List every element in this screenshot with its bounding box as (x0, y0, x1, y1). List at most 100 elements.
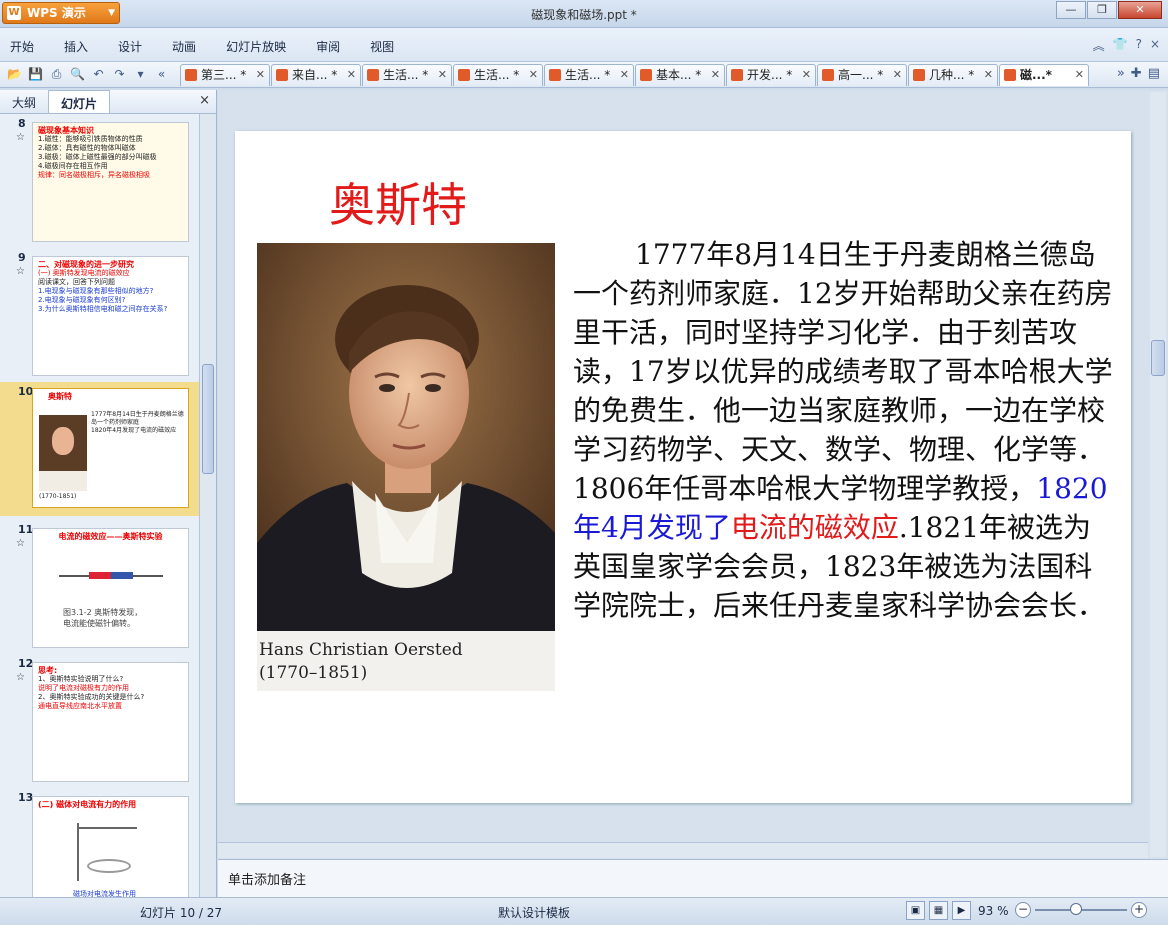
animation-star-icon: ☆ (16, 672, 25, 683)
slide-title[interactable]: 奥斯特 (329, 169, 467, 235)
tab-close-icon[interactable]: ✕ (893, 65, 902, 85)
menu-view[interactable]: 视图 (370, 38, 394, 55)
thumbnail-row[interactable]: 11 ☆ 电流的磁效应——奥斯特实验 图3.1-2 奥斯特发现， 电流能使磁针偏… (0, 520, 199, 650)
slide-counter: 幻灯片 10 / 27 (140, 906, 223, 920)
new-tab-icon[interactable]: ✚ (1131, 66, 1142, 81)
doc-tab-active[interactable]: 磁...* ✕ (999, 64, 1089, 86)
doc-tab[interactable]: 几种... * ✕ (908, 64, 998, 86)
zoom-in-button[interactable]: + (1131, 902, 1147, 918)
portrait-image (257, 243, 555, 691)
slide-thumbnail[interactable]: 磁现象基本知识 1.磁性：能够吸引铁质物体的性质 2.磁体：具有磁性的物体叫磁体… (32, 122, 189, 242)
ppt-file-icon (640, 69, 652, 81)
slide-thumbnail[interactable]: 二、对磁现象的进一步研究 (一) 奥斯特发现电流的磁效应 阅读课文，回答下列问题… (32, 256, 189, 376)
tab-close-icon[interactable]: ✕ (802, 65, 811, 85)
slide-thumbnail[interactable]: (二) 磁体对电流有力的作用 磁场对电流发生作用 (32, 796, 189, 897)
menu-insert[interactable]: 插入 (64, 38, 88, 55)
tab-close-icon[interactable]: ✕ (1075, 65, 1084, 85)
redo-icon[interactable]: ↷ (111, 66, 128, 83)
chevron-up-icon[interactable]: ︽ (1093, 37, 1105, 54)
editor-area: 奥斯特 Hans Christian Oersted (1770–1851) 1… (218, 90, 1168, 897)
menu-animation[interactable]: 动画 (172, 38, 196, 55)
slide-thumbnail[interactable]: 思考: 1、奥斯特实验说明了什么? 说明了电流对磁极有力的作用 2、奥斯特实验成… (32, 662, 189, 782)
thumbnail-row[interactable]: 9 ☆ 二、对磁现象的进一步研究 (一) 奥斯特发现电流的磁效应 阅读课文，回答… (0, 248, 199, 378)
menu-bar: 开始 插入 设计 动画 幻灯片放映 审阅 视图 ︽ 👕 ? × (0, 28, 1168, 62)
tab-scroll-left-icon[interactable]: « (153, 66, 170, 83)
current-slide[interactable]: 奥斯特 Hans Christian Oersted (1770–1851) 1… (235, 131, 1131, 803)
zoom-out-button[interactable]: − (1015, 902, 1031, 918)
doc-tab[interactable]: 开发... * ✕ (726, 64, 816, 86)
slide-sorter-icon[interactable]: ▦ (929, 901, 948, 920)
doc-tab[interactable]: 基本... * ✕ (635, 64, 725, 86)
editor-vertical-scrollbar[interactable] (1150, 92, 1166, 857)
save-icon[interactable]: 💾 (27, 66, 44, 83)
ppt-file-icon (1004, 69, 1016, 81)
doc-tab[interactable]: 生活... * ✕ (544, 64, 634, 86)
doc-tab[interactable]: 生活... * ✕ (453, 64, 543, 86)
skin-shirt-icon[interactable]: 👕 (1113, 37, 1128, 54)
panel-close-icon[interactable]: × (199, 93, 210, 108)
tab-close-icon[interactable]: ✕ (711, 65, 720, 85)
slide-thumbnail[interactable]: 电流的磁效应——奥斯特实验 图3.1-2 奥斯特发现， 电流能使磁针偏转。 (32, 528, 189, 648)
tab-close-icon[interactable]: ✕ (347, 65, 356, 85)
slide-number: 8 (18, 117, 26, 130)
thumb-line: 磁场对电流发生作用 (73, 890, 136, 897)
thumbnail-row-selected[interactable]: 10 奥斯特 1777年8月14日生于丹麦朗格兰德岛一个药剂师家庭 1820年4… (0, 382, 199, 516)
menu-close-icon[interactable]: × (1150, 37, 1160, 54)
thumb-title: 奥斯特 (48, 392, 72, 401)
slide-thumbnail[interactable]: 奥斯特 1777年8月14日生于丹麦朗格兰德岛一个药剂师家庭 1820年4月发现… (32, 388, 189, 508)
doc-tab[interactable]: 第三... * ✕ (180, 64, 270, 86)
ppt-file-icon (276, 69, 288, 81)
thumb-line: (1770-1851) (39, 493, 77, 500)
thumb-line: 通电直导线应南北水平放置 (38, 702, 122, 710)
print-preview-icon[interactable]: 🔍 (69, 66, 86, 83)
tab-close-icon[interactable]: ✕ (256, 65, 265, 85)
tab-close-icon[interactable]: ✕ (984, 65, 993, 85)
scrollbar-thumb[interactable] (1151, 340, 1165, 376)
help-icon[interactable]: ? (1136, 37, 1142, 54)
ppt-file-icon (185, 69, 197, 81)
tab-close-icon[interactable]: ✕ (620, 65, 629, 85)
menu-review[interactable]: 审阅 (316, 38, 340, 55)
notes-pane[interactable]: 单击添加备注 (218, 859, 1168, 897)
thumb-title: (二) 磁体对电流有力的作用 (38, 800, 137, 809)
tab-close-icon[interactable]: ✕ (529, 65, 538, 85)
toolbar-dropdown-icon[interactable]: ▾ (132, 66, 149, 83)
doc-tab[interactable]: 高一... * ✕ (817, 64, 907, 86)
tab-outline[interactable]: 大纲 (0, 90, 48, 113)
thumbnail-row[interactable]: 13 (二) 磁体对电流有力的作用 磁场对电流发生作用 (0, 788, 199, 897)
doc-tab[interactable]: 生活... * ✕ (362, 64, 452, 86)
menu-design[interactable]: 设计 (118, 38, 142, 55)
slideshow-view-icon[interactable]: ▶ (952, 901, 971, 920)
tab-slides[interactable]: 幻灯片 (48, 90, 111, 113)
compass-needle-diagram (59, 563, 163, 589)
open-folder-icon[interactable]: 📂 (6, 66, 23, 83)
thumbnail-scrollbar[interactable] (199, 114, 216, 897)
zoom-slider-handle[interactable] (1070, 903, 1082, 915)
thumb-title: 磁现象基本知识 (38, 126, 94, 135)
thumb-line: 阅读课文，回答下列问题 (38, 278, 115, 286)
portrait-caption: Hans Christian Oersted (1770–1851) (257, 639, 555, 685)
thumb-line: 2.电现象与磁现象有何区别? (38, 296, 126, 304)
close-window-button[interactable]: ✕ (1118, 1, 1162, 19)
editor-horizontal-scrollbar[interactable] (218, 842, 1148, 858)
thumb-portrait (39, 415, 87, 491)
oersted-portrait[interactable] (257, 243, 555, 691)
scrollbar-thumb[interactable] (202, 364, 214, 474)
print-icon[interactable]: ⎙ (48, 66, 65, 83)
undo-icon[interactable]: ↶ (90, 66, 107, 83)
thumbnail-row[interactable]: 8 ☆ 磁现象基本知识 1.磁性：能够吸引铁质物体的性质 2.磁体：具有磁性的物… (0, 114, 199, 244)
maximize-button[interactable]: ❐ (1087, 1, 1117, 19)
doc-tab[interactable]: 来自... * ✕ (271, 64, 361, 86)
biography-text[interactable]: 1777年8月14日生于丹麦朗格兰德岛一个药剂师家庭．12岁开始帮助父亲在药房里… (573, 235, 1113, 625)
tab-scroll-right-icon[interactable]: » (1117, 66, 1125, 81)
tab-close-icon[interactable]: ✕ (438, 65, 447, 85)
menu-slideshow[interactable]: 幻灯片放映 (226, 38, 286, 55)
thumbnail-row[interactable]: 12 ☆ 思考: 1、奥斯特实验说明了什么? 说明了电流对磁极有力的作用 2、奥… (0, 654, 199, 784)
menu-home[interactable]: 开始 (10, 38, 34, 55)
minimize-button[interactable]: — (1056, 1, 1086, 19)
tab-list-icon[interactable]: ▤ (1148, 66, 1160, 81)
animation-star-icon: ☆ (16, 538, 25, 549)
thumb-title: 电流的磁效应——奥斯特实验 (58, 532, 163, 541)
thumb-line: 电流能使磁针偏转。 (63, 619, 135, 628)
normal-view-icon[interactable]: ▣ (906, 901, 925, 920)
